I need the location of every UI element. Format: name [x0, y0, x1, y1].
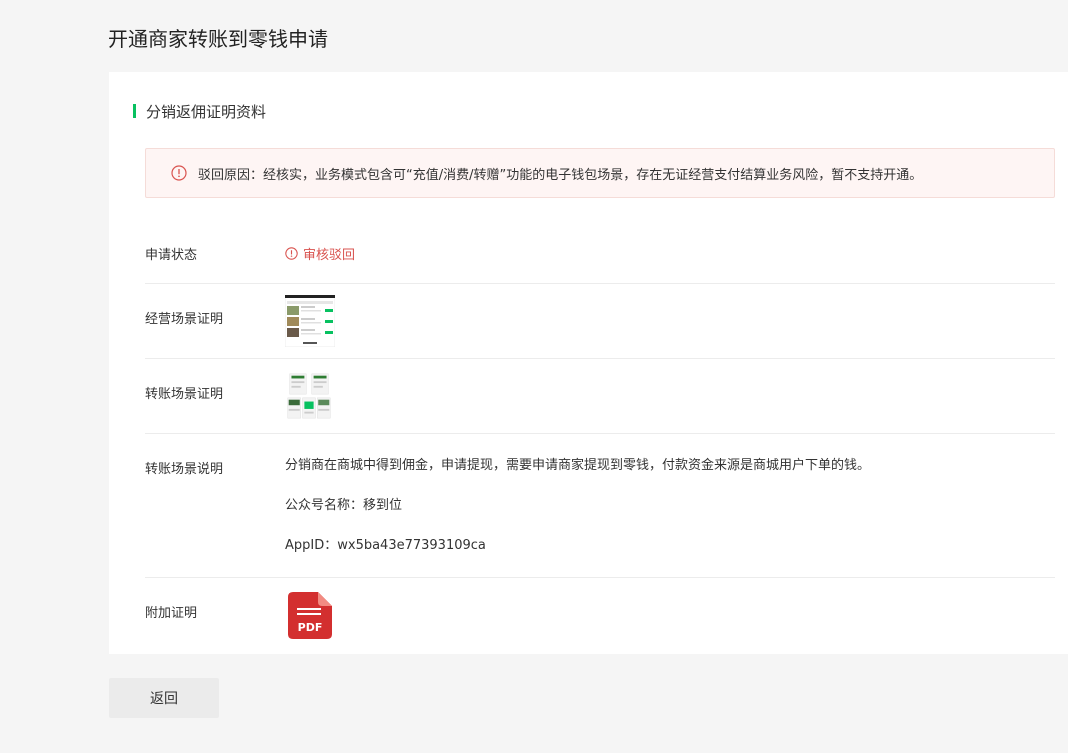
row-label-transfer-proof: 转账场景证明	[145, 387, 224, 402]
official-account-name: 公众号名称：移到位	[285, 498, 403, 513]
row-application-status: 申请状态 审核驳回	[145, 218, 1055, 284]
row-transfer-proof: 转账场景证明	[145, 359, 1055, 434]
row-transfer-description: 转账场景说明 分销商在商城中得到佣金，申请提现，需要申请商家提现到零钱，付款资金…	[145, 434, 1055, 578]
detail-rows: 申请状态 审核驳回 经营场景证明 转账场景证明 转账场景说明 分销商在商城中得到…	[145, 218, 1055, 654]
row-additional-proof: 附加证明 PDF	[145, 578, 1055, 654]
row-business-proof: 经营场景证明	[145, 284, 1055, 359]
pdf-file-label: PDF	[298, 621, 323, 634]
section-accent-bar	[133, 104, 136, 118]
back-button[interactable]: 返回	[109, 678, 219, 718]
rejection-alert-text: 驳回原因：经核实，业务模式包含可“充值/消费/转赠”功能的电子钱包场景，存在无证…	[198, 167, 923, 183]
row-label-status: 申请状态	[145, 248, 198, 263]
warning-circle-icon	[171, 165, 187, 181]
app-id: AppID：wx5ba43e77393109ca	[285, 538, 486, 553]
transfer-proof-thumbnail[interactable]	[285, 372, 333, 420]
status-badge: 审核驳回	[285, 244, 355, 263]
row-label-additional-proof: 附加证明	[145, 606, 198, 621]
page-title: 开通商家转账到零钱申请	[108, 27, 328, 51]
row-label-transfer-description: 转账场景说明	[145, 462, 224, 477]
rejection-alert: 驳回原因：经核实，业务模式包含可“充值/消费/转赠”功能的电子钱包场景，存在无证…	[145, 148, 1055, 198]
pdf-file-icon[interactable]: PDF	[285, 590, 335, 644]
section-title: 分销返佣证明资料	[133, 102, 267, 121]
transfer-description-line: 分销商在商城中得到佣金，申请提现，需要申请商家提现到零钱，付款资金来源是商城用户…	[285, 458, 871, 473]
row-label-business-proof: 经营场景证明	[145, 312, 224, 327]
transfer-description-text: 分销商在商城中得到佣金，申请提现，需要申请商家提现到零钱，付款资金来源是商城用户…	[285, 458, 870, 578]
business-proof-thumbnail[interactable]	[285, 295, 335, 347]
status-text: 审核驳回	[303, 248, 356, 263]
section-title-text: 分销返佣证明资料	[146, 102, 267, 121]
content-card: 分销返佣证明资料 驳回原因：经核实，业务模式包含可“充值/消费/转赠”功能的电子…	[109, 72, 1068, 654]
warning-circle-icon	[285, 247, 298, 260]
